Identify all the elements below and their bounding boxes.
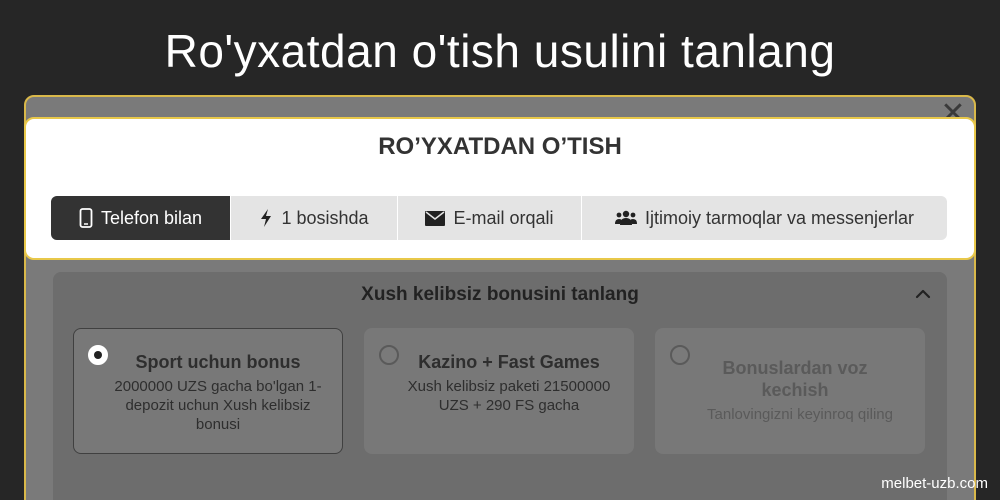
users-icon: [614, 210, 637, 225]
envelope-icon: [425, 210, 446, 226]
card-description: 2000000 UZS gacha bo'lgan 1-depozit uchu…: [114, 378, 322, 433]
tab-social[interactable]: Ijtimoiy tarmoqlar va messenjerlar: [582, 196, 947, 240]
site-watermark: melbet-uzb.com: [881, 475, 988, 492]
chevron-up-icon[interactable]: [913, 284, 933, 304]
registration-tabs: Telefon bilan 1 bosishda E-mail orqali I…: [51, 196, 947, 240]
tab-one-click[interactable]: 1 bosishda: [231, 196, 398, 240]
card-title: Sport uchun bonus: [135, 352, 301, 372]
tab-label: 1 bosishda: [281, 207, 369, 228]
lightning-icon: [261, 209, 272, 227]
bonus-title: Xush kelibsiz bonusini tanlang: [361, 284, 639, 305]
card-description: Tanlovingizni keyinroq qiling: [707, 406, 893, 423]
phone-icon: [79, 208, 93, 228]
tab-label: Ijtimoiy tarmoqlar va messenjerlar: [644, 207, 915, 228]
registration-header: RO’YXATDAN O’TISH Telefon bilan 1 bosish…: [24, 117, 976, 260]
modal-title: RO’YXATDAN O’TISH: [378, 133, 622, 160]
bonus-card-decline[interactable]: Bonuslardan voz kechish Tanlovingizni ke…: [655, 328, 925, 454]
radio-button[interactable]: [670, 345, 690, 365]
bonus-panel: Xush kelibsiz bonusini tanlang Sport uch…: [53, 272, 947, 500]
bonus-card-casino[interactable]: Kazino + Fast Games Xush kelibsiz paketi…: [364, 328, 634, 454]
tab-label: Telefon bilan: [100, 207, 203, 228]
page-headline: Ro'yxatdan o'tish usulini tanlang: [164, 25, 836, 77]
card-title: Bonuslardan voz kechish: [722, 358, 868, 400]
bonus-card-sport[interactable]: Sport uchun bonus 2000000 UZS gacha bo'l…: [73, 328, 343, 454]
card-description: Xush kelibsiz paketi 21500000 UZS + 290 …: [407, 378, 611, 414]
tab-label: E-mail orqali: [453, 207, 554, 228]
tab-phone[interactable]: Telefon bilan: [51, 196, 231, 240]
card-title: Kazino + Fast Games: [418, 352, 600, 372]
tab-email[interactable]: E-mail orqali: [398, 196, 582, 240]
